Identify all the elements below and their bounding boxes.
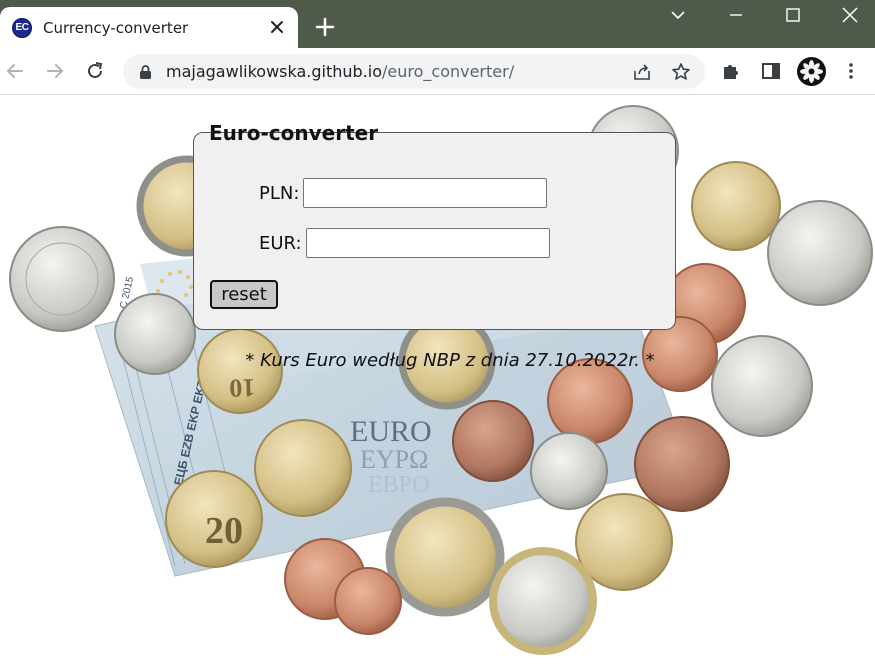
converter-legend: Euro-converter [209,121,379,145]
url-path: /euro_converter/ [382,62,515,81]
bookmark-star-icon[interactable] [670,61,692,83]
browser-title-bar: EC Currency-converter [0,0,875,48]
url-text[interactable]: majagawlikowska.github.io/euro_converter… [166,62,514,81]
eur-row: EUR: [259,228,550,258]
side-panel-icon[interactable] [760,60,782,82]
maximize-icon[interactable] [782,4,804,26]
banknote-text-cyrillic: ЕВРО [368,472,430,498]
banknote-text-greek: ΕΥΡΩ [360,445,428,474]
lock-icon[interactable] [138,64,153,80]
tab-search-chevron-icon[interactable] [667,4,689,26]
svg-text:10: 10 [229,373,256,403]
close-window-icon[interactable] [839,4,861,26]
minimize-icon[interactable] [725,4,747,26]
reload-icon[interactable] [84,60,106,82]
tab-title: Currency-converter [43,18,189,37]
browser-tab[interactable]: EC Currency-converter [0,7,298,48]
pln-input[interactable] [303,178,548,208]
profile-flower-icon [797,57,826,86]
back-arrow-icon[interactable] [4,60,26,82]
exchange-rate-note: * Kurs Euro według NBP z dnia 27.10.2022… [245,350,655,371]
banknote-text-euro: EURO [350,415,432,448]
address-bar[interactable]: majagawlikowska.github.io/euro_converter… [123,54,705,89]
eur-input[interactable] [305,228,550,258]
converter-fieldset: Euro-converter PLN: EUR: reset [193,121,676,330]
forward-arrow-icon[interactable] [44,60,66,82]
extensions-puzzle-icon[interactable] [720,60,742,82]
close-tab-icon[interactable] [268,18,286,36]
new-tab-icon[interactable] [312,14,338,40]
pln-row: PLN: [259,178,548,208]
coin-value-text: 20 [205,510,243,552]
share-icon[interactable] [631,61,653,83]
reset-button[interactable]: reset [210,280,278,309]
menu-kebab-icon[interactable] [840,60,862,82]
url-host: majagawlikowska.github.io [166,62,382,81]
pln-label: PLN: [259,182,300,204]
profile-avatar[interactable] [797,57,826,86]
browser-toolbar: majagawlikowska.github.io/euro_converter… [0,48,875,95]
site-favicon-icon: EC [12,17,32,38]
page-content: EURO ΕΥΡΩ ЕВРО ЕЦБ EZB EKP EKT C 2015 10 [0,96,875,670]
eur-label: EUR: [259,232,302,254]
